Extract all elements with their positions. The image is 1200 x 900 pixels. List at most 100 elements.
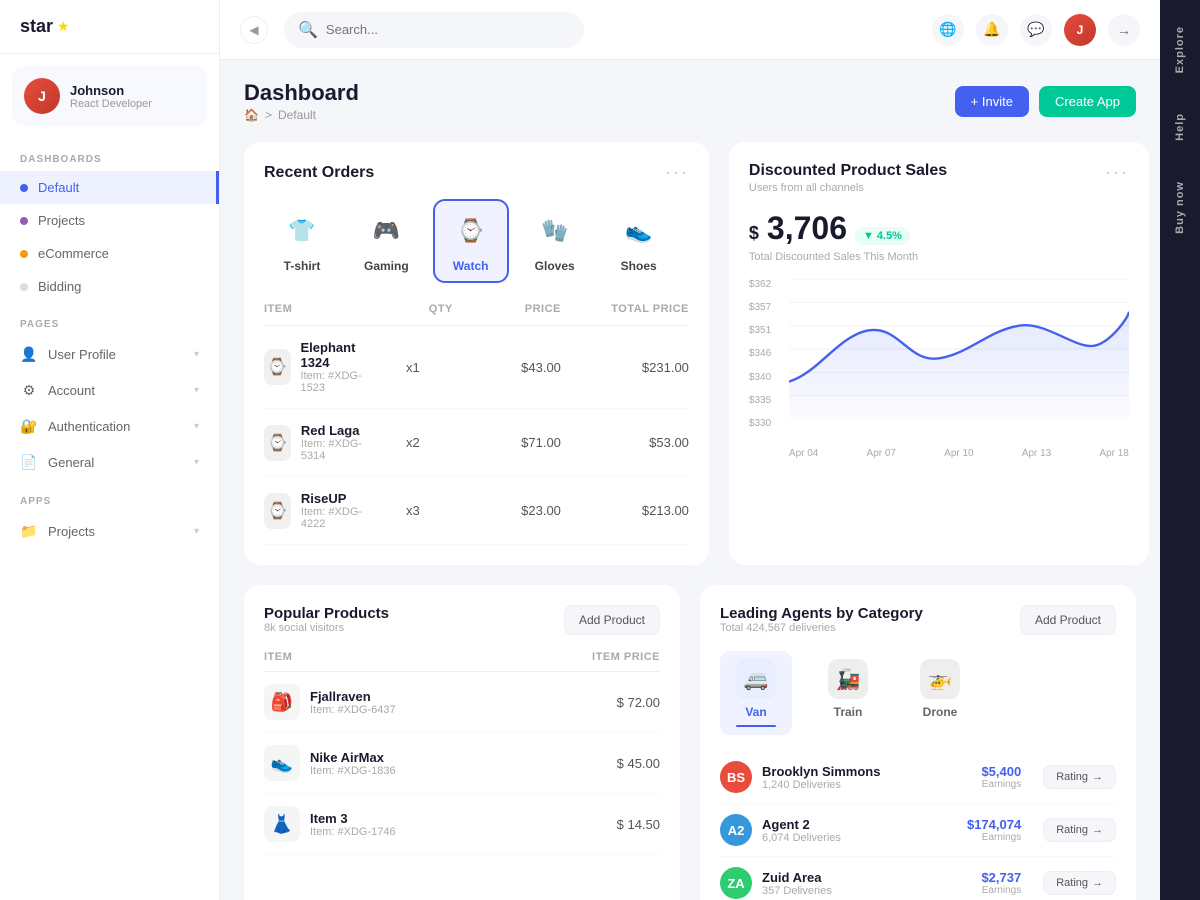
product-image: 👗 <box>264 806 300 842</box>
message-icon[interactable]: 💬 <box>1020 14 1052 46</box>
order-price: $23.00 <box>461 503 561 518</box>
tab-gloves[interactable]: 🧤 Gloves <box>517 199 593 283</box>
tab-underline <box>736 725 776 727</box>
rating-button[interactable]: Rating → <box>1043 765 1116 789</box>
user-card[interactable]: J Johnson React Developer <box>12 66 207 126</box>
tab-watch[interactable]: ⌚ Watch <box>433 199 509 283</box>
sidebar-collapse-button[interactable]: ◀ <box>240 16 268 44</box>
earnings-label: Earnings <box>951 885 1021 896</box>
agent-avatar: BS <box>720 761 752 793</box>
agent-deliveries: 357 Deliveries <box>762 885 941 897</box>
section-label-pages: PAGES <box>0 303 219 336</box>
sales-menu[interactable]: ··· <box>1105 162 1129 183</box>
help-label[interactable]: Help <box>1174 103 1186 151</box>
agents-title: Leading Agents by Category <box>720 605 923 622</box>
tab-van[interactable]: 🚐 Van <box>720 651 792 735</box>
add-product-button[interactable]: Add Product <box>564 605 660 635</box>
sidebar-item-label: Authentication <box>48 419 130 434</box>
sidebar-item-default[interactable]: Default <box>0 171 219 204</box>
nav-dot <box>20 283 28 291</box>
chevron-down-icon: ▾ <box>194 385 199 396</box>
rating-label: Rating <box>1056 824 1088 836</box>
invite-button[interactable]: + Invite <box>955 86 1029 117</box>
product-item: 👗 Item 3 Item: #XDG-1746 <box>264 806 552 842</box>
tab-train[interactable]: 🚂 Train <box>812 651 884 735</box>
buy-now-label[interactable]: Buy now <box>1174 171 1186 244</box>
order-item-name: Red Laga <box>301 423 365 438</box>
tab-shoes[interactable]: 👟 Shoes <box>601 199 677 283</box>
sidebar-item-label: Account <box>48 383 95 398</box>
search-input[interactable] <box>326 22 570 37</box>
search-icon: 🔍 <box>298 20 318 40</box>
add-product-agents-button[interactable]: Add Product <box>1020 605 1116 635</box>
x-label: Apr 04 <box>789 448 818 459</box>
rating-button[interactable]: Rating → <box>1043 871 1116 895</box>
sales-subtitle: Users from all channels <box>749 182 947 194</box>
chart-y-labels: $362 $357 $351 $346 $340 $335 $330 <box>749 279 771 429</box>
col-item: ITEM <box>264 303 365 315</box>
nav-dot <box>20 184 28 192</box>
recent-orders-menu[interactable]: ··· <box>665 162 689 183</box>
arrow-icon: → <box>1092 771 1103 783</box>
notification-icon[interactable]: 🔔 <box>976 14 1008 46</box>
gloves-icon: 🧤 <box>533 209 577 253</box>
shoes-icon: 👟 <box>617 209 661 253</box>
sidebar-item-account[interactable]: ⚙ Account ▾ <box>0 372 219 408</box>
leading-agents-card: Leading Agents by Category Total 424,567… <box>700 585 1136 900</box>
table-row: ⌚ Elephant 1324 Item: #XDG-1523 x1 $43.0… <box>264 326 689 409</box>
sidebar-item-label: General <box>48 455 94 470</box>
sidebar-item-user-profile[interactable]: 👤 User Profile ▾ <box>0 336 219 372</box>
globe-icon[interactable]: 🌐 <box>932 14 964 46</box>
sidebar-item-general[interactable]: 📄 General ▾ <box>0 444 219 480</box>
agent-name: Agent 2 <box>762 817 941 832</box>
order-tabs: 👕 T-shirt 🎮 Gaming ⌚ Watch 🧤 Gloves <box>264 199 689 283</box>
line-chart-svg <box>789 279 1129 419</box>
col-price-header: ITEM PRICE <box>560 651 660 663</box>
sidebar-item-bidding[interactable]: Bidding <box>0 270 219 303</box>
sales-currency: $ <box>749 223 759 244</box>
sidebar-item-authentication[interactable]: 🔐 Authentication ▾ <box>0 408 219 444</box>
logo-area: star ★ <box>0 0 219 54</box>
list-item: A2 Agent 2 6,074 Deliveries $174,074 Ear… <box>720 804 1116 857</box>
agent-name: Brooklyn Simmons <box>762 764 941 779</box>
agent-deliveries: 6,074 Deliveries <box>762 832 941 844</box>
agents-subtitle: Total 424,567 deliveries <box>720 622 923 634</box>
agent-avatar: ZA <box>720 867 752 899</box>
logo-star: ★ <box>57 18 70 35</box>
list-item: 🎒 Fjallraven Item: #XDG-6437 $ 72.00 <box>264 672 660 733</box>
user-role: React Developer <box>70 98 152 110</box>
explore-label[interactable]: Explore <box>1174 16 1186 83</box>
rating-button[interactable]: Rating → <box>1043 818 1116 842</box>
tab-drone[interactable]: 🚁 Drone <box>904 651 976 735</box>
col-qty: QTY <box>373 303 453 315</box>
agent-name: Zuid Area <box>762 870 941 885</box>
sidebar-item-ecommerce[interactable]: eCommerce <box>0 237 219 270</box>
projects-icon: 📁 <box>20 522 38 540</box>
product-price: $ 14.50 <box>560 817 660 832</box>
tshirt-icon: 👕 <box>280 209 324 253</box>
arrow-right-icon[interactable]: → <box>1108 14 1140 46</box>
tab-gaming[interactable]: 🎮 Gaming <box>348 199 425 283</box>
order-item-id: Item: #XDG-5314 <box>301 438 365 462</box>
user-avatar-topbar[interactable]: J <box>1064 14 1096 46</box>
y-label: $346 <box>749 348 771 359</box>
home-icon: 🏠 <box>244 108 259 122</box>
arrow-icon: → <box>1092 824 1103 836</box>
col-total: TOTAL PRICE <box>569 303 689 315</box>
search-bar[interactable]: 🔍 <box>284 12 584 48</box>
sidebar-item-projects-app[interactable]: 📁 Projects ▾ <box>0 513 219 549</box>
product-id: Item: #XDG-6437 <box>310 704 396 716</box>
sidebar-item-label: Bidding <box>38 279 81 294</box>
rating-label: Rating <box>1056 771 1088 783</box>
col-price: PRICE <box>461 303 561 315</box>
tab-tshirt[interactable]: 👕 T-shirt <box>264 199 340 283</box>
product-price: $ 45.00 <box>560 756 660 771</box>
down-icon: ▼ <box>863 230 874 242</box>
sidebar-item-projects[interactable]: Projects <box>0 204 219 237</box>
create-app-button[interactable]: Create App <box>1039 86 1136 117</box>
account-icon: ⚙ <box>20 381 38 399</box>
tab-train-label: Train <box>834 705 863 719</box>
product-item: 👟 Nike AirMax Item: #XDG-1836 <box>264 745 552 781</box>
right-sidebar: Explore Help Buy now <box>1160 0 1200 900</box>
agent-deliveries: 1,240 Deliveries <box>762 779 941 791</box>
